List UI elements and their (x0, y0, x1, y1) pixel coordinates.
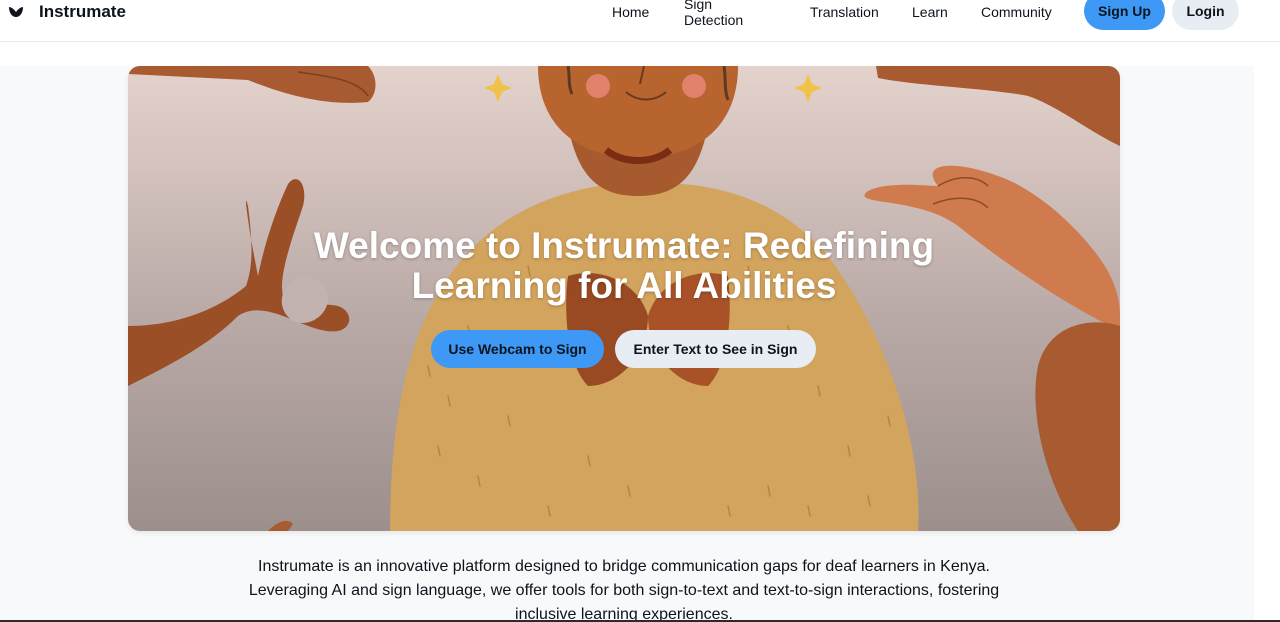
scrollbar[interactable] (1254, 42, 1280, 622)
hero-title-line-2: Learning for All Abilities (411, 265, 837, 306)
nav-home[interactable]: Home (612, 4, 649, 20)
intro-line-2: Leveraging AI and sign language, we offe… (248, 582, 1000, 599)
nav-learn[interactable]: Learn (912, 4, 948, 20)
lotus-logo-icon (8, 4, 24, 20)
enter-text-button[interactable]: Enter Text to See in Sign (615, 330, 816, 368)
hero-banner: Welcome to Instrumate: Redefining Learni… (128, 66, 1120, 531)
hero-title-line-1: Welcome to Instrumate: Redefining (313, 225, 935, 266)
nav-community[interactable]: Community (981, 4, 1052, 20)
login-button[interactable]: Login (1172, 0, 1239, 30)
hero-title: Welcome to Instrumate: Redefining Learni… (128, 226, 1120, 306)
intro-line-1: Instrumate is an innovative platform des… (258, 558, 990, 575)
nav-translation[interactable]: Translation (810, 4, 879, 20)
nav-sign-detection[interactable]: Sign Detection (684, 0, 743, 28)
top-nav-bar: Instrumate Home Sign Detection Translati… (0, 0, 1280, 42)
brand[interactable]: Instrumate (8, 0, 126, 24)
intro-paragraph: Instrumate is an innovative platform des… (128, 555, 1120, 622)
use-webcam-button[interactable]: Use Webcam to Sign (431, 330, 604, 368)
sign-up-button[interactable]: Sign Up (1084, 0, 1165, 30)
brand-name: Instrumate (39, 2, 126, 21)
